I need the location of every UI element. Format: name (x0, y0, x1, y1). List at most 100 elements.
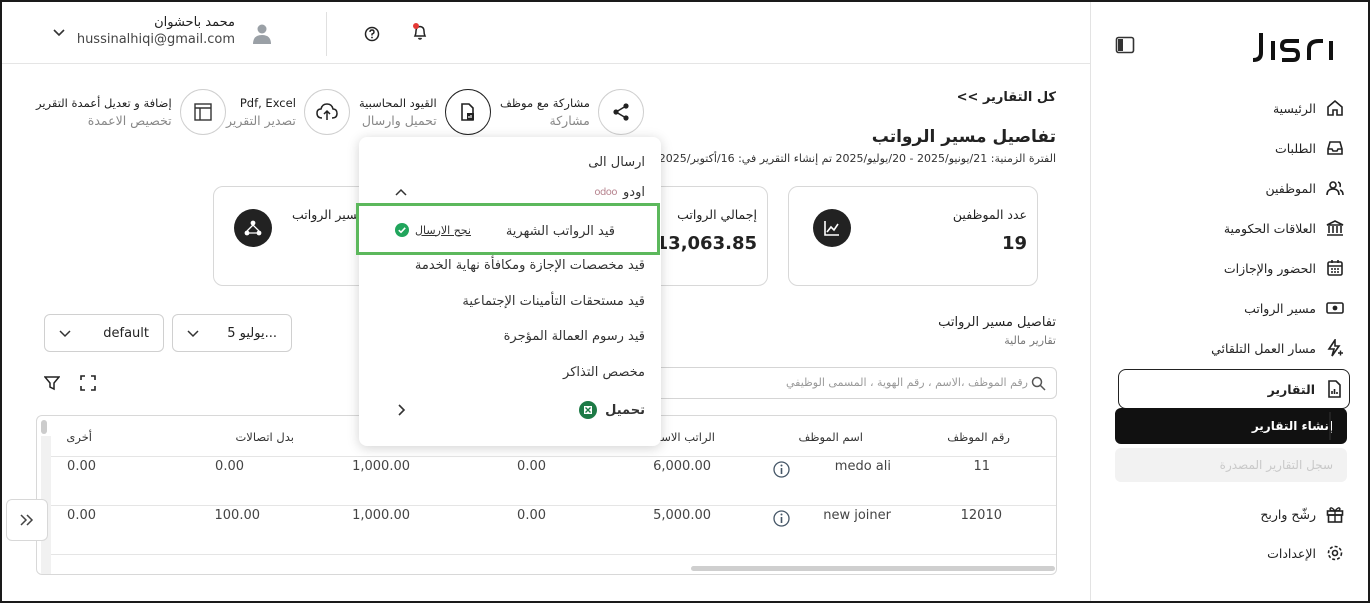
header-divider (326, 12, 327, 56)
col-header-comm-allowance[interactable]: بدل اتصالات (235, 430, 294, 444)
cell-value: 1,000.00 (352, 508, 410, 523)
sidebar-item-payroll[interactable]: مسير الرواتب (1118, 289, 1350, 327)
check-circle-icon (395, 223, 409, 237)
app-logo[interactable] (1249, 28, 1341, 72)
month-select-value: يوليو 5... (227, 325, 277, 341)
info-icon[interactable] (773, 510, 790, 527)
bank-icon (1326, 220, 1344, 236)
avatar-icon[interactable] (252, 23, 272, 45)
sub-item-exported-log[interactable]: سجل التقارير المصدرة (1115, 448, 1347, 482)
money-icon (1326, 302, 1344, 314)
download-option[interactable]: تحميل (579, 401, 645, 419)
card-label: عدد الموظفين (952, 207, 1027, 222)
sidebar-item-label: الرئيسية (1272, 100, 1316, 116)
fullscreen-icon[interactable] (80, 375, 96, 391)
cell-value: 0.00 (517, 459, 546, 474)
horizontal-scrollbar[interactable] (691, 566, 1055, 571)
page-title: تفاصيل مسير الرواتب (871, 127, 1056, 147)
customize-columns-button[interactable]: إضافة و تعديل أعمدة التقرير تخصيص الاعمد… (36, 88, 226, 136)
sidebar-item-attendance[interactable]: الحضور والإجازات (1118, 249, 1350, 287)
export-title: Pdf, Excel (239, 96, 296, 110)
sidebar-item-label: مسار العمل التلقائي (1211, 340, 1316, 356)
journal-title: القيود المحاسبية (359, 96, 437, 110)
columns-sub: تخصيص الاعمدة (87, 113, 172, 128)
sidebar-item-employees[interactable]: الموظفين (1118, 169, 1350, 207)
user-email: hussinalhiqi@gmail.com (76, 32, 235, 47)
journal-entries-button[interactable]: القيود المحاسبية تحميل وارسال (359, 88, 491, 136)
download-label: تحميل (605, 402, 645, 418)
expand-panel-button[interactable] (6, 499, 48, 541)
month-select[interactable]: يوليو 5... (172, 314, 292, 352)
excel-icon (579, 401, 598, 419)
sidebar-item-requests[interactable]: الطلبات (1118, 129, 1350, 167)
notification-bell-icon[interactable] (411, 22, 431, 42)
leased-labor-fees-entry[interactable]: قيد رسوم العمالة المؤجرة (504, 329, 645, 344)
sidebar-item-label: التقارير (1267, 381, 1315, 397)
journal-entries-dropdown: ارسال الى odoo اودو قيد الرواتب الشهرية … (356, 137, 661, 446)
sidebar-item-automation[interactable]: مسار العمل التلقائي (1118, 329, 1350, 367)
back-to-reports-link[interactable]: << كل التقارير (957, 90, 1056, 105)
share-circle (597, 89, 644, 135)
view-select[interactable]: default (44, 314, 164, 352)
cell-emp-no: 12010 (960, 508, 1002, 523)
vertical-scrollbar[interactable] (41, 420, 47, 434)
users-icon (1326, 181, 1344, 196)
document-chart-icon (460, 103, 474, 121)
chevron-down-icon (59, 330, 71, 338)
col-header-other[interactable]: أخرى (66, 430, 92, 444)
sidebar-item-settings[interactable]: الإعدادات (1118, 534, 1350, 572)
col-header-emp-no[interactable]: رقم الموظف (947, 430, 1010, 444)
home-icon (1327, 99, 1343, 116)
sidebar-item-home[interactable]: الرئيسية (1118, 89, 1350, 127)
help-icon[interactable] (364, 26, 380, 42)
payroll-card: مسير الرواتب (213, 186, 373, 286)
share-icon (613, 103, 629, 121)
share-sub: مشاركة (549, 113, 590, 128)
cell-comm-allowance: 100.00 (214, 508, 261, 523)
col-header-basic-salary[interactable]: الراتب الاسا (658, 430, 715, 444)
sidebar-item-label: العلاقات الحكومية (1223, 220, 1316, 236)
row-divider (51, 505, 1056, 506)
odoo-integration-header[interactable]: odoo اودو (594, 185, 645, 200)
section-subtitle: تقارير مالية (1004, 334, 1056, 347)
cell-comm-allowance: 0.00 (215, 459, 244, 474)
double-chevron-right-icon (20, 514, 34, 526)
col-header-emp-name[interactable]: اسم الموظف (799, 430, 864, 444)
odoo-label: اودو (623, 185, 645, 200)
chevron-down-icon[interactable] (52, 27, 66, 39)
share-with-employee-button[interactable]: مشاركة مع موظف مشاركة (500, 88, 644, 136)
sidebar-toggle-icon[interactable] (1115, 36, 1135, 54)
sidebar-item-label: مسير الرواتب (1244, 300, 1316, 316)
report-icon (1328, 380, 1341, 398)
tickets-provision-entry[interactable]: مخصص التذاكر (563, 365, 645, 380)
org-chart-icon (234, 209, 272, 247)
search-icon (1031, 376, 1046, 391)
sub-item-create-report[interactable]: إنشاء التقارير (1115, 408, 1347, 444)
send-success-status: نجح الارسال (395, 223, 471, 237)
section-title: تفاصيل مسير الرواتب (938, 315, 1056, 330)
sidebar-item-label: الموظفين (1265, 180, 1316, 196)
cell-emp-name: medo ali (834, 459, 891, 474)
filter-icon[interactable] (44, 375, 60, 391)
info-icon[interactable] (773, 461, 790, 478)
gosi-dues-entry[interactable]: قيد مستحقات التأمينات الإجتماعية (462, 294, 645, 309)
chevron-up-icon[interactable] (395, 188, 407, 198)
card-label: مسير الرواتب (292, 207, 364, 222)
chevron-right-icon[interactable] (397, 403, 407, 417)
calendar-icon (1327, 260, 1343, 276)
sidebar-item-reports[interactable]: التقارير (1118, 369, 1350, 409)
sidebar-item-refer-earn[interactable]: رشّح واربح (1118, 495, 1350, 533)
sidebar-item-gov-relations[interactable]: العلاقات الحكومية (1118, 209, 1350, 247)
cell-other: 0.00 (67, 508, 96, 523)
sidebar-item-label: رشّح واربح (1260, 506, 1316, 522)
monthly-payroll-entry[interactable]: قيد الرواتب الشهرية (506, 224, 615, 239)
gift-icon (1326, 507, 1344, 523)
top-header: محمد باحشوان hussinalhiqi@gmail.com (2, 2, 1090, 64)
inbox-icon (1327, 141, 1343, 155)
export-report-button[interactable]: Pdf, Excel تصدير التقرير (226, 88, 350, 136)
automation-icon (1327, 339, 1343, 357)
jisr-logo-icon (1252, 33, 1333, 62)
cell-emp-no: 11 (973, 459, 990, 474)
leave-eos-provision-entry[interactable]: قيد مخصصات الإجازة ومكافأة نهاية الخدمة (415, 258, 645, 273)
cell-basic-salary: 6,000.00 (653, 459, 711, 474)
